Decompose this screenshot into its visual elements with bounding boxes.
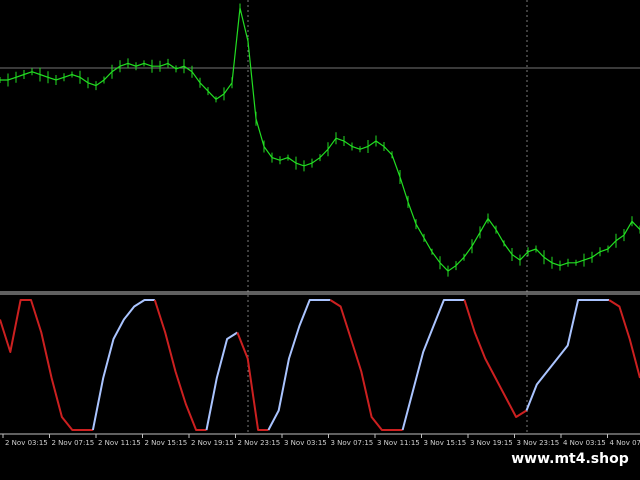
indicator-pane[interactable] bbox=[0, 299, 640, 431]
time-tick-label: 3 Nov 11:15 bbox=[377, 439, 420, 447]
chart-canvas[interactable]: 2 Nov 03:15 2 Nov 07:15 2 Nov 11:15 2 Nov 1… bbox=[0, 0, 640, 480]
time-tick-label: 2 Nov 19:15 bbox=[191, 439, 234, 447]
indicator-up-segment bbox=[401, 299, 465, 431]
time-tick-label: 2 Nov 11:15 bbox=[98, 439, 141, 447]
indicator-up-segment bbox=[91, 299, 155, 431]
indicator-up-segment bbox=[267, 299, 331, 431]
watermark-box: www.mt4.shop bbox=[506, 446, 634, 472]
watermark-text: www.mt4.shop bbox=[511, 451, 629, 467]
time-tick-label: 3 Nov 03:15 bbox=[284, 439, 327, 447]
time-tick-label: 2 Nov 03:15 bbox=[5, 439, 48, 447]
indicator-down-segment bbox=[329, 299, 403, 431]
indicator-down-segment bbox=[608, 299, 640, 379]
time-tick-label: 2 Nov 23:15 bbox=[238, 439, 281, 447]
indicator-down-segment bbox=[153, 299, 207, 431]
time-tick-label: 3 Nov 07:15 bbox=[331, 439, 374, 447]
time-tick-label: 2 Nov 15:15 bbox=[145, 439, 188, 447]
indicator-up-segment bbox=[525, 299, 609, 411]
indicator-down-segment bbox=[463, 299, 528, 418]
indicator-down-segment bbox=[236, 332, 269, 431]
indicator-down-segment bbox=[0, 299, 93, 431]
indicator-up-segment bbox=[205, 331, 238, 431]
time-tick-label: 2 Nov 07:15 bbox=[52, 439, 95, 447]
time-tick-label: 3 Nov 15:15 bbox=[424, 439, 467, 447]
price-line bbox=[0, 7, 640, 272]
price-pane[interactable] bbox=[0, 0, 640, 432]
